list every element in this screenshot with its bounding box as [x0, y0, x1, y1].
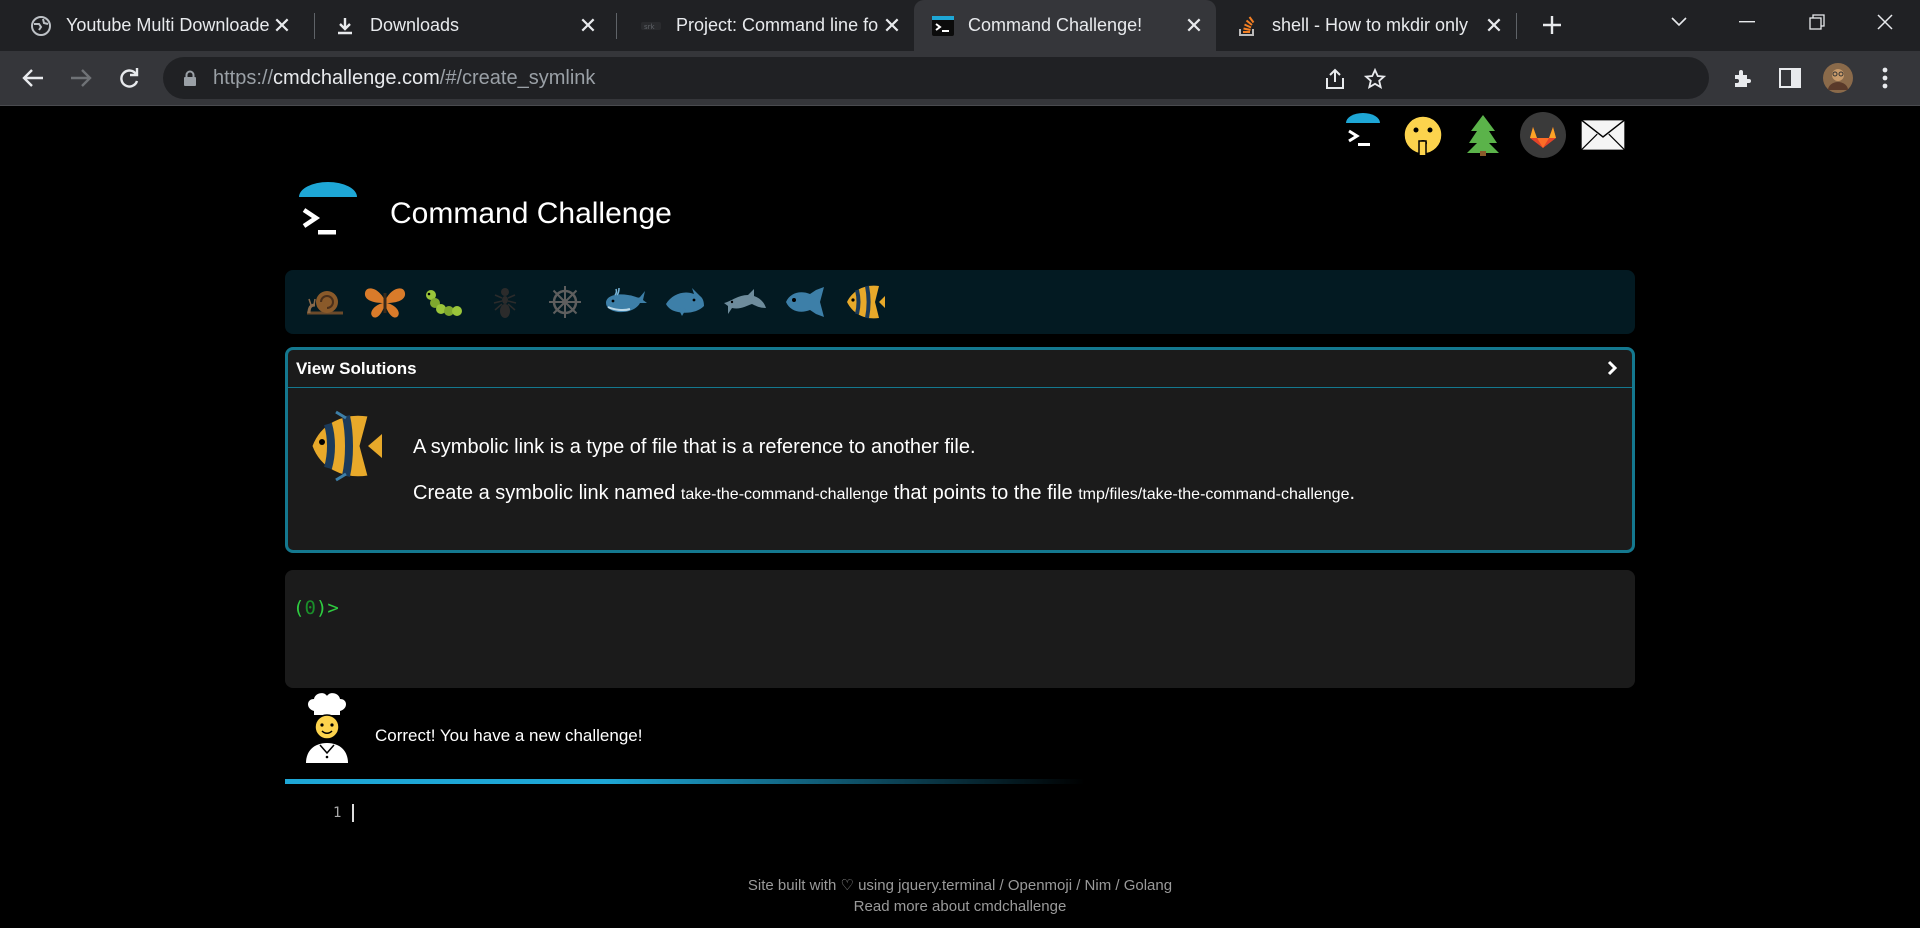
tab-title: shell - How to mkdir only — [1272, 15, 1469, 35]
close-icon[interactable]: ✕ — [576, 13, 600, 38]
shushing-face-icon[interactable] — [1400, 112, 1446, 158]
ship-wheel-icon[interactable] — [535, 277, 595, 327]
tab-command-challenge[interactable]: Command Challenge! ✕ — [914, 0, 1216, 51]
footer-read-more-link[interactable]: Read more about cmdchallenge — [0, 896, 1920, 917]
side-panel-icon[interactable] — [1771, 59, 1809, 97]
address-bar[interactable]: https://cmdchallenge.com/#/create_symlin… — [163, 57, 1709, 99]
tab-search-button[interactable] — [1644, 0, 1714, 44]
restore-button[interactable] — [1782, 0, 1852, 44]
butterfly-icon[interactable] — [355, 277, 415, 327]
forward-button[interactable] — [62, 59, 100, 97]
challenge-description: A symbolic link is a type of file that i… — [413, 436, 976, 458]
new-tab-button[interactable] — [1535, 8, 1569, 42]
close-icon[interactable]: ✕ — [1482, 13, 1506, 38]
symlink-name: take-the-command-challenge — [680, 486, 889, 503]
dolphin-icon[interactable] — [715, 277, 775, 327]
terminal-logo-link-icon[interactable] — [1340, 112, 1386, 158]
share-icon[interactable] — [1323, 67, 1347, 91]
terminal-logo-icon[interactable] — [296, 182, 360, 246]
stackoverflow-icon — [1236, 15, 1258, 37]
download-icon — [334, 15, 356, 37]
tab-bar: Youtube Multi Downloade ✕ Downloads ✕ sr… — [0, 0, 1920, 51]
svg-text:srk: srk — [644, 23, 656, 31]
view-solutions-label: View Solutions — [296, 358, 417, 378]
site-header: Command Challenge — [296, 182, 672, 246]
feedback-message: Correct! You have a new challenge! — [375, 726, 643, 745]
terminal[interactable]: (0)> — [285, 570, 1635, 688]
tab-youtube-downloader[interactable]: Youtube Multi Downloade ✕ — [0, 0, 304, 51]
tab-title: Project: Command line fo — [676, 15, 879, 35]
page-content: Command Challenge View Solutions A symbo… — [0, 107, 1920, 928]
caterpillar-icon[interactable] — [415, 277, 475, 327]
tab-title: Command Challenge! — [968, 15, 1143, 35]
tab-project-command-line[interactable]: srk Project: Command line fo ✕ — [610, 0, 914, 51]
tab-title: Youtube Multi Downloade — [66, 15, 270, 35]
symlink-target: tmp/files/take-the-command-challenge — [1078, 486, 1350, 503]
challenge-card: View Solutions A symbolic link is a type… — [285, 347, 1635, 553]
site-title[interactable]: Command Challenge — [390, 197, 672, 231]
whale-icon[interactable] — [595, 277, 655, 327]
tropical-fish-icon[interactable] — [835, 277, 895, 327]
profile-avatar[interactable] — [1819, 59, 1857, 97]
progress-bar — [285, 779, 1085, 784]
project-icon: srk — [640, 15, 662, 37]
footer: Site built with ♡ using jquery.terminal … — [0, 875, 1920, 917]
view-solutions-header[interactable]: View Solutions — [288, 350, 1632, 388]
chevron-right-icon[interactable] — [1602, 358, 1622, 378]
fish-icon[interactable] — [775, 277, 835, 327]
extensions-icon[interactable] — [1724, 59, 1762, 97]
minimize-button[interactable] — [1712, 0, 1782, 44]
reload-button[interactable] — [110, 59, 148, 97]
editor-line-number: 1 — [333, 805, 342, 821]
envelope-icon[interactable] — [1580, 112, 1626, 158]
levels-bar — [285, 270, 1635, 334]
tab-downloads[interactable]: Downloads ✕ — [304, 0, 610, 51]
editor-cursor[interactable] — [352, 804, 354, 822]
close-window-button[interactable] — [1850, 0, 1920, 44]
terminal-icon — [932, 15, 954, 37]
close-icon[interactable]: ✕ — [270, 13, 294, 38]
tab-separator — [1516, 13, 1517, 39]
shark-icon[interactable] — [655, 277, 715, 327]
christmas-tree-icon[interactable] — [1460, 112, 1506, 158]
back-button[interactable] — [14, 59, 52, 97]
footer-credits[interactable]: Site built with ♡ using jquery.terminal … — [0, 875, 1920, 896]
url-text: https://cmdchallenge.com/#/create_symlin… — [213, 66, 596, 89]
browser-menu-icon[interactable] — [1866, 59, 1904, 97]
globe-icon — [30, 15, 52, 37]
terminal-prompt[interactable]: (0)> — [293, 597, 339, 619]
snail-icon[interactable] — [295, 277, 355, 327]
lock-icon[interactable] — [183, 70, 199, 86]
tropical-fish-icon — [306, 410, 386, 482]
challenge-task: Create a symbolic link named take-the-co… — [413, 482, 1356, 504]
close-icon[interactable]: ✕ — [880, 13, 904, 38]
tab-stackoverflow[interactable]: shell - How to mkdir only ✕ — [1216, 0, 1516, 51]
gitlab-icon[interactable] — [1520, 112, 1566, 158]
chef-icon — [300, 693, 354, 763]
top-links — [1340, 112, 1626, 158]
close-icon[interactable]: ✕ — [1182, 13, 1206, 38]
bookmark-star-icon[interactable] — [1363, 67, 1387, 91]
tab-title: Downloads — [370, 15, 460, 35]
ant-icon[interactable] — [475, 277, 535, 327]
browser-toolbar: https://cmdchallenge.com/#/create_symlin… — [0, 51, 1920, 106]
